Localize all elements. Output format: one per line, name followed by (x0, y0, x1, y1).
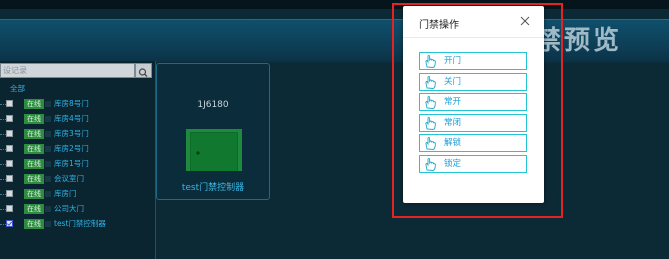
device-card[interactable]: 1J6180 test门禁控制器 (156, 63, 270, 200)
door-icon (45, 221, 51, 227)
tree-checkbox[interactable] (6, 205, 13, 212)
tree-item-label: test门禁控制器 (54, 219, 106, 228)
tree-item-label: 公司大门 (54, 204, 84, 213)
status-badge: 在线 (24, 174, 44, 184)
tree-item-label: 库房3号门 (54, 129, 89, 138)
tree-checkbox[interactable] (6, 175, 13, 182)
tree-checkbox[interactable] (6, 100, 13, 107)
status-badge: 在线 (24, 204, 44, 214)
device-id: 1J6180 (197, 100, 229, 110)
tree-item-label: 库房1号门 (54, 159, 89, 168)
page-banner: 禁预览 (0, 19, 669, 64)
status-badge: 在线 (24, 219, 44, 229)
status-badge: 在线 (24, 189, 44, 199)
tree-item-label: 库房8号门 (54, 99, 89, 108)
search-button[interactable] (135, 63, 152, 78)
door-icon (45, 161, 51, 167)
door-icon (186, 129, 242, 171)
tree-checkbox[interactable] (6, 130, 13, 137)
status-badge: 在线 (24, 159, 44, 169)
tree-item-label: 库房2号门 (54, 144, 89, 153)
door-icon (45, 101, 51, 107)
tree-item-label: 会议室门 (54, 174, 84, 183)
tree-checkbox[interactable] (6, 160, 13, 167)
search-icon (138, 68, 148, 77)
annotation-highlight-box (392, 3, 563, 218)
door-icon (45, 176, 51, 182)
door-icon (45, 206, 51, 212)
tree-checkbox-checked[interactable] (6, 220, 13, 227)
door-icon (45, 191, 51, 197)
status-badge: 在线 (24, 99, 44, 109)
status-badge: 在线 (24, 114, 44, 124)
tree-item-label: 库房门 (54, 189, 77, 198)
door-icon (45, 146, 51, 152)
door-icon (45, 116, 51, 122)
top-bar (0, 0, 669, 9)
status-badge: 在线 (24, 144, 44, 154)
tree-item-label: 库房4号门 (54, 114, 89, 123)
tree-root-label: 全部 (10, 84, 25, 93)
tree-checkbox[interactable] (6, 190, 13, 197)
search-input[interactable]: 设记录 (0, 63, 135, 78)
device-name: test门禁控制器 (181, 183, 245, 193)
tree-checkbox[interactable] (6, 115, 13, 122)
check-icon (6, 221, 13, 226)
door-icon (45, 131, 51, 137)
device-tree-panel: 设记录 全部 在线 库房8号门 在线 库房4号门 在线 库房3号门 在线 库房2… (0, 61, 156, 259)
status-badge: 在线 (24, 129, 44, 139)
tree-checkbox[interactable] (6, 145, 13, 152)
